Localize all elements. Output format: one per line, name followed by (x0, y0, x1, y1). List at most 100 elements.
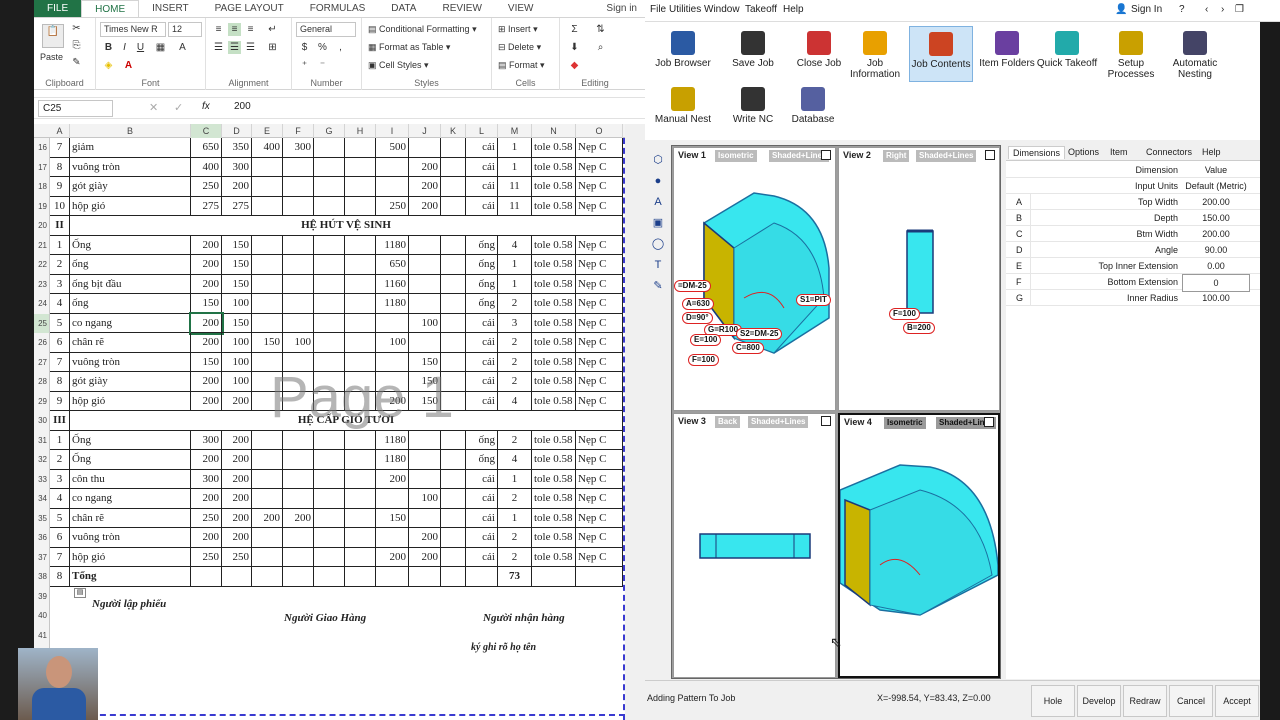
prop-tab-options[interactable]: Options (1064, 146, 1103, 158)
cell-g[interactable] (314, 547, 345, 567)
cell-d[interactable]: 200 (222, 528, 252, 548)
cell-j[interactable] (409, 255, 441, 275)
cell-h[interactable] (345, 196, 376, 216)
cell-d[interactable]: 300 (222, 157, 252, 177)
menu-window[interactable]: Window (704, 4, 740, 15)
cube-icon[interactable]: ⬡ (650, 152, 666, 168)
cell-f[interactable]: 200 (283, 508, 314, 528)
cell-styles-button[interactable]: ▣ Cell Styles ▾ (368, 60, 429, 71)
cell-o[interactable]: Nẹp C (576, 450, 623, 470)
cell-o[interactable]: Nẹp C (576, 235, 623, 255)
cell-d[interactable]: 200 (222, 430, 252, 450)
cell-c[interactable]: 200 (191, 489, 222, 509)
cell-j[interactable] (409, 294, 441, 314)
cell-a[interactable]: 9 (50, 177, 70, 197)
cell-f[interactable] (283, 157, 314, 177)
italic-icon[interactable]: I (118, 41, 131, 54)
row-number[interactable]: 19 (34, 196, 50, 216)
cell-m[interactable]: 4 (498, 235, 532, 255)
cell-b[interactable]: côn thu (70, 469, 191, 489)
cell-k[interactable] (441, 372, 466, 392)
row-number[interactable]: 37 (34, 547, 50, 567)
cell-d[interactable]: 275 (222, 196, 252, 216)
cell-a[interactable]: 7 (50, 352, 70, 372)
view-2[interactable]: View 2 Right Shaded+Lines F=100 B=200 (838, 147, 1000, 411)
sort-filter-icon[interactable]: ⇅ (594, 23, 607, 36)
cell-m[interactable]: 11 (498, 196, 532, 216)
cell-k[interactable] (441, 157, 466, 177)
forward-icon[interactable]: › (1221, 4, 1224, 15)
cell-a[interactable]: 4 (50, 294, 70, 314)
cell-nn[interactable]: tole 0.58 (532, 391, 576, 411)
cell-i[interactable]: 1180 (376, 235, 409, 255)
dim-f[interactable]: F=100 (688, 354, 719, 366)
wrap-text-icon[interactable]: ↵ (266, 23, 279, 36)
cell-l[interactable]: cái (466, 372, 498, 392)
cell-nn[interactable]: tole 0.58 (532, 528, 576, 548)
cell-m[interactable]: 2 (498, 430, 532, 450)
cell-c[interactable]: 200 (191, 255, 222, 275)
column-header-k[interactable]: K (441, 124, 466, 138)
cell-e[interactable] (252, 177, 283, 197)
cell-d[interactable]: 100 (222, 372, 252, 392)
cell-e[interactable] (252, 313, 283, 333)
cell-f[interactable] (283, 430, 314, 450)
cell-nn[interactable]: tole 0.58 (532, 177, 576, 197)
cell-g[interactable] (314, 255, 345, 275)
property-value[interactable]: 0.00 (1182, 258, 1250, 274)
cell-l[interactable]: cái (466, 157, 498, 177)
cell-a[interactable]: 2 (50, 450, 70, 470)
conditional-formatting-button[interactable]: ▤ Conditional Formatting ▾ (368, 24, 477, 35)
merge-center-icon[interactable]: ⊞ (266, 41, 279, 54)
cell-b[interactable]: co ngang (70, 313, 191, 333)
cell-a[interactable]: 7 (50, 138, 70, 158)
cell-c[interactable]: 300 (191, 469, 222, 489)
comma-icon[interactable]: , (334, 41, 347, 54)
cell-l[interactable]: cái (466, 313, 498, 333)
cell-e[interactable] (252, 157, 283, 177)
cell-e[interactable] (252, 352, 283, 372)
find-select-icon[interactable]: ⌕ (594, 41, 607, 54)
toolbar-button-automatic-nesting[interactable]: Automatic Nesting (1163, 26, 1227, 82)
cell-k[interactable] (441, 567, 466, 587)
cell-nn[interactable]: tole 0.58 (532, 430, 576, 450)
cell-k[interactable] (441, 489, 466, 509)
tab-formulas[interactable]: FORMULAS (297, 0, 379, 17)
cell-h[interactable] (345, 469, 376, 489)
cell-f[interactable] (283, 391, 314, 411)
cell-a[interactable]: 6 (50, 333, 70, 353)
prop-tab-connectors[interactable]: Connectors (1142, 146, 1196, 158)
cell-i[interactable]: 650 (376, 255, 409, 275)
bold-icon[interactable]: B (102, 41, 115, 54)
cell-e[interactable] (252, 528, 283, 548)
cell-b[interactable]: chân rẽ (70, 333, 191, 353)
cell-f[interactable] (283, 450, 314, 470)
cell-nn[interactable]: tole 0.58 (532, 313, 576, 333)
cell-g[interactable] (314, 508, 345, 528)
cell-g[interactable] (314, 196, 345, 216)
cell-l[interactable]: cái (466, 489, 498, 509)
cell-m[interactable]: 4 (498, 450, 532, 470)
cell-a[interactable]: 2 (50, 255, 70, 275)
cell-h[interactable] (345, 313, 376, 333)
cell-j[interactable]: 100 (409, 313, 441, 333)
cell-k[interactable] (441, 313, 466, 333)
increase-decimal-icon[interactable]: ⁺ (298, 59, 311, 72)
cell-o[interactable]: Nẹp C (576, 274, 623, 294)
cell-d[interactable] (222, 567, 252, 587)
cell-j[interactable] (409, 235, 441, 255)
cell-nn[interactable]: tole 0.58 (532, 157, 576, 177)
align-center-icon[interactable]: ☰ (228, 41, 241, 54)
cell-i[interactable]: 1180 (376, 450, 409, 470)
cell-h[interactable] (345, 528, 376, 548)
cell-g[interactable] (314, 391, 345, 411)
dim-a[interactable]: A=630 (682, 298, 714, 310)
cell-d[interactable]: 150 (222, 235, 252, 255)
cell-f[interactable] (283, 372, 314, 392)
tab-view[interactable]: VIEW (495, 0, 547, 17)
row-number[interactable]: 39 (34, 586, 50, 606)
cell-j[interactable]: 200 (409, 547, 441, 567)
toolbar-button-setup-processes[interactable]: Setup Processes (1099, 26, 1163, 82)
sphere-icon[interactable]: ● (650, 173, 666, 189)
cell-nn[interactable]: tole 0.58 (532, 274, 576, 294)
